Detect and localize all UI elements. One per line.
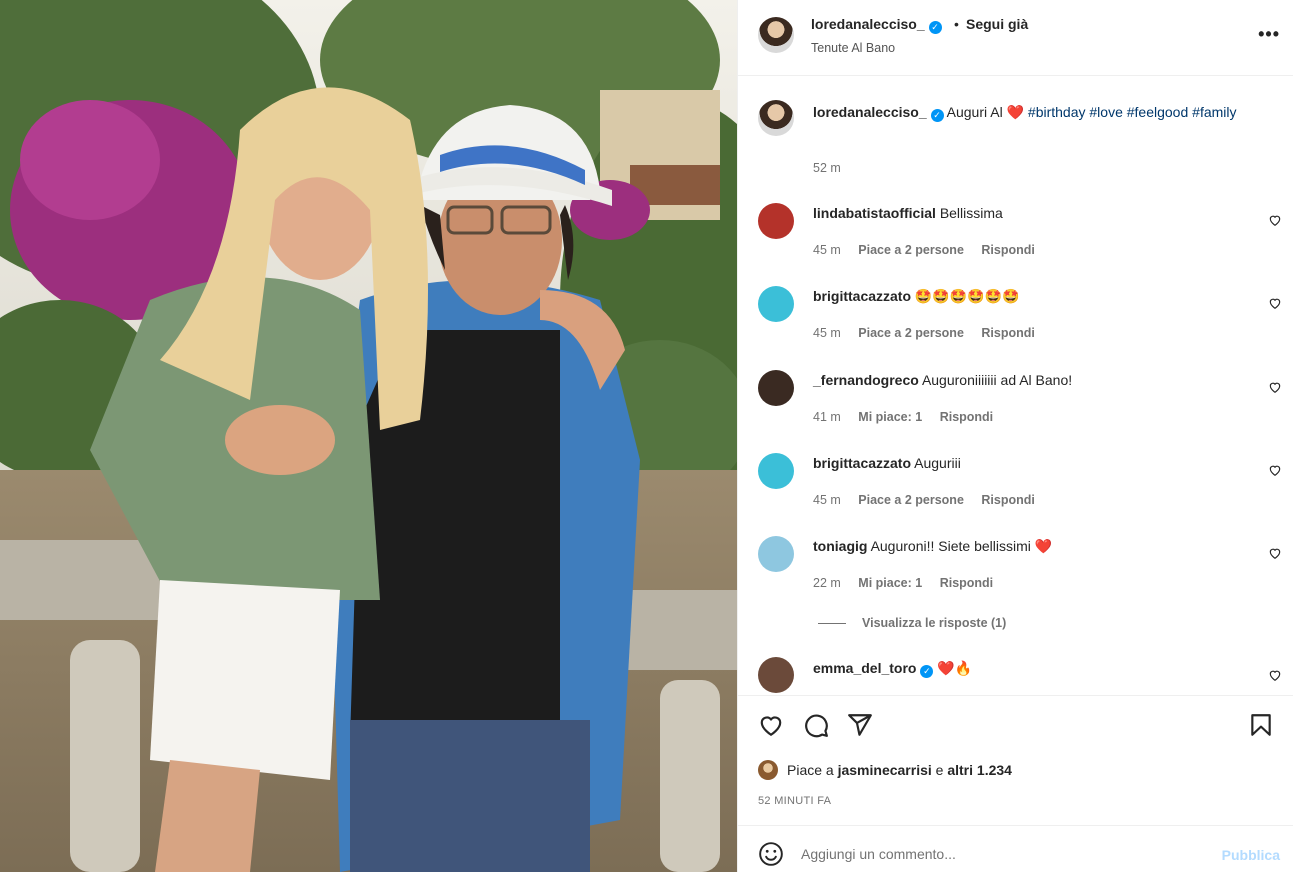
comment-body: Auguroni!! Siete bellissimi (870, 538, 1031, 554)
author-avatar[interactable] (758, 17, 794, 53)
comment-like-icon[interactable] (1268, 463, 1282, 477)
comments-list[interactable]: loredanalecciso_ ✓ Auguri Al ❤️ #birthda… (738, 77, 1293, 695)
likes-others-link[interactable]: altri 1.234 (947, 762, 1012, 778)
emoji-picker-icon[interactable] (758, 841, 784, 867)
author-username-text[interactable]: loredanalecciso_ (811, 16, 925, 32)
more-options-icon[interactable]: ••• (1258, 24, 1280, 45)
add-comment-bar: Pubblica (738, 825, 1293, 872)
comment-username[interactable]: lindabatistaofficial (813, 205, 936, 221)
verified-badge-icon: ✓ (930, 109, 944, 122)
instagram-post-modal: loredanalecciso_ ✓ • Segui già Tenute Al… (0, 0, 1293, 872)
post-photo-illustration (0, 0, 737, 872)
reply-button[interactable]: Rispondi (940, 410, 993, 424)
comment-username[interactable]: emma_del_toro (813, 660, 916, 676)
comment-likes[interactable]: Piace a 2 persone (858, 243, 964, 257)
hashtag-link[interactable]: #feelgood (1127, 104, 1189, 120)
caption-meta: 52 m (813, 161, 855, 175)
heart-emoji: ❤️ (1034, 538, 1053, 554)
caption-time[interactable]: 52 m (813, 161, 841, 175)
caption-username[interactable]: loredanalecciso_ (813, 104, 927, 120)
view-replies-label[interactable]: Visualizza le risposte (1) (862, 616, 1006, 630)
caption-avatar[interactable] (758, 100, 794, 136)
comment-like-icon[interactable] (1268, 213, 1282, 227)
verified-badge-icon: ✓ (920, 665, 934, 678)
follow-separator: • (954, 16, 959, 32)
view-replies-button[interactable]: Visualizza le risposte (1) (818, 616, 1006, 630)
save-bookmark-icon[interactable] (1248, 712, 1274, 738)
comment-time[interactable]: 22 m (813, 576, 841, 590)
comment-text: lindabatistaofficial Bellissima (813, 203, 1243, 223)
post-details-panel: loredanalecciso_ ✓ • Segui già Tenute Al… (737, 0, 1293, 872)
hashtag-link[interactable]: #love (1089, 104, 1122, 120)
comment-body: Auguroniiiiiii ad Al Bano! (921, 372, 1073, 388)
comment-text: toniagig Auguroni!! Siete bellissimi ❤️ (813, 536, 1243, 556)
comment-avatar[interactable] (758, 286, 794, 322)
likes-summary[interactable]: Piace a jasminecarrisi e altri 1.234 (758, 760, 1012, 780)
likes-prefix: Piace a (787, 762, 834, 778)
comment-avatar[interactable] (758, 370, 794, 406)
comment-avatar[interactable] (758, 657, 794, 693)
comment-time[interactable]: 45 m (813, 326, 841, 340)
comment-likes[interactable]: Mi piace: 1 (858, 410, 922, 424)
replies-divider (818, 623, 846, 625)
reply-button[interactable]: Rispondi (981, 493, 1034, 507)
publish-button[interactable]: Pubblica (1222, 847, 1280, 863)
comment-avatar[interactable] (758, 203, 794, 239)
comment-likes[interactable]: Piace a 2 persone (858, 326, 964, 340)
comment-likes[interactable]: Piace a 2 persone (858, 493, 964, 507)
comment-username[interactable]: toniagig (813, 538, 867, 554)
post-timestamp[interactable]: 52 MINUTI FA (758, 795, 831, 807)
caption-text: loredanalecciso_ ✓ Auguri Al ❤️ #birthda… (813, 102, 1243, 122)
reply-button[interactable]: Rispondi (981, 326, 1034, 340)
comment-likes[interactable]: Mi piace: 1 (858, 576, 922, 590)
comment-text: brigittacazzato Auguriii (813, 453, 1243, 473)
comment-time[interactable]: 45 m (813, 243, 841, 257)
comment-bubble-icon[interactable] (803, 712, 829, 738)
comment-like-icon[interactable] (1268, 668, 1282, 682)
comment-meta: 45 m Piace a 2 persone Rispondi (813, 493, 1049, 507)
comment-username[interactable]: _fernandogreco (813, 372, 919, 388)
comment-text: emma_del_toro ✓ ❤️🔥 (813, 658, 1243, 678)
comment-text: brigittacazzato 🤩🤩🤩🤩🤩🤩 (813, 286, 1243, 306)
comment-body: Bellissima (939, 205, 1003, 221)
author-username[interactable]: loredanalecciso_ ✓ (811, 16, 942, 34)
comment-meta: 41 m Mi piace: 1 Rispondi (813, 410, 1007, 424)
comment-username[interactable]: brigittacazzato (813, 455, 911, 471)
reply-button[interactable]: Rispondi (940, 576, 993, 590)
post-actions: Piace a jasminecarrisi e altri 1.234 52 … (738, 695, 1293, 825)
comment-time[interactable]: 41 m (813, 410, 841, 424)
comment-like-icon[interactable] (1268, 296, 1282, 310)
comment-meta: 22 m Mi piace: 1 Rispondi (813, 576, 1007, 590)
comment-body: Auguriii (914, 455, 961, 471)
comment-body: ❤️🔥 (937, 660, 973, 676)
comment-time[interactable]: 45 m (813, 493, 841, 507)
post-header: loredanalecciso_ ✓ • Segui già Tenute Al… (738, 0, 1293, 76)
liker-avatar (758, 760, 778, 780)
hashtag-link[interactable]: #family (1192, 104, 1236, 120)
comment-username[interactable]: brigittacazzato (813, 288, 911, 304)
comment-avatar[interactable] (758, 536, 794, 572)
verified-badge-icon: ✓ (928, 21, 942, 34)
comment-body: 🤩🤩🤩🤩🤩🤩 (914, 288, 1020, 304)
comment-avatar[interactable] (758, 453, 794, 489)
comment-meta: 45 m Piace a 2 persone Rispondi (813, 326, 1049, 340)
caption-body: Auguri Al (946, 104, 1003, 120)
post-location[interactable]: Tenute Al Bano (811, 41, 895, 55)
comment-like-icon[interactable] (1268, 546, 1282, 560)
post-photo[interactable] (0, 0, 737, 872)
like-heart-icon[interactable] (758, 712, 784, 738)
heart-emoji: ❤️ (1006, 104, 1025, 120)
comment-text: _fernandogreco Auguroniiiiiii ad Al Bano… (813, 370, 1243, 390)
hashtag-link[interactable]: #birthday (1028, 104, 1086, 120)
share-send-icon[interactable] (847, 712, 873, 738)
comment-input[interactable] (801, 838, 1201, 870)
reply-button[interactable]: Rispondi (981, 243, 1034, 257)
comment-like-icon[interactable] (1268, 380, 1282, 394)
following-button[interactable]: Segui già (966, 16, 1028, 32)
comment-meta: 45 m Piace a 2 persone Rispondi (813, 243, 1049, 257)
liker-username[interactable]: jasminecarrisi (838, 762, 932, 778)
likes-conjunction: e (935, 762, 944, 778)
